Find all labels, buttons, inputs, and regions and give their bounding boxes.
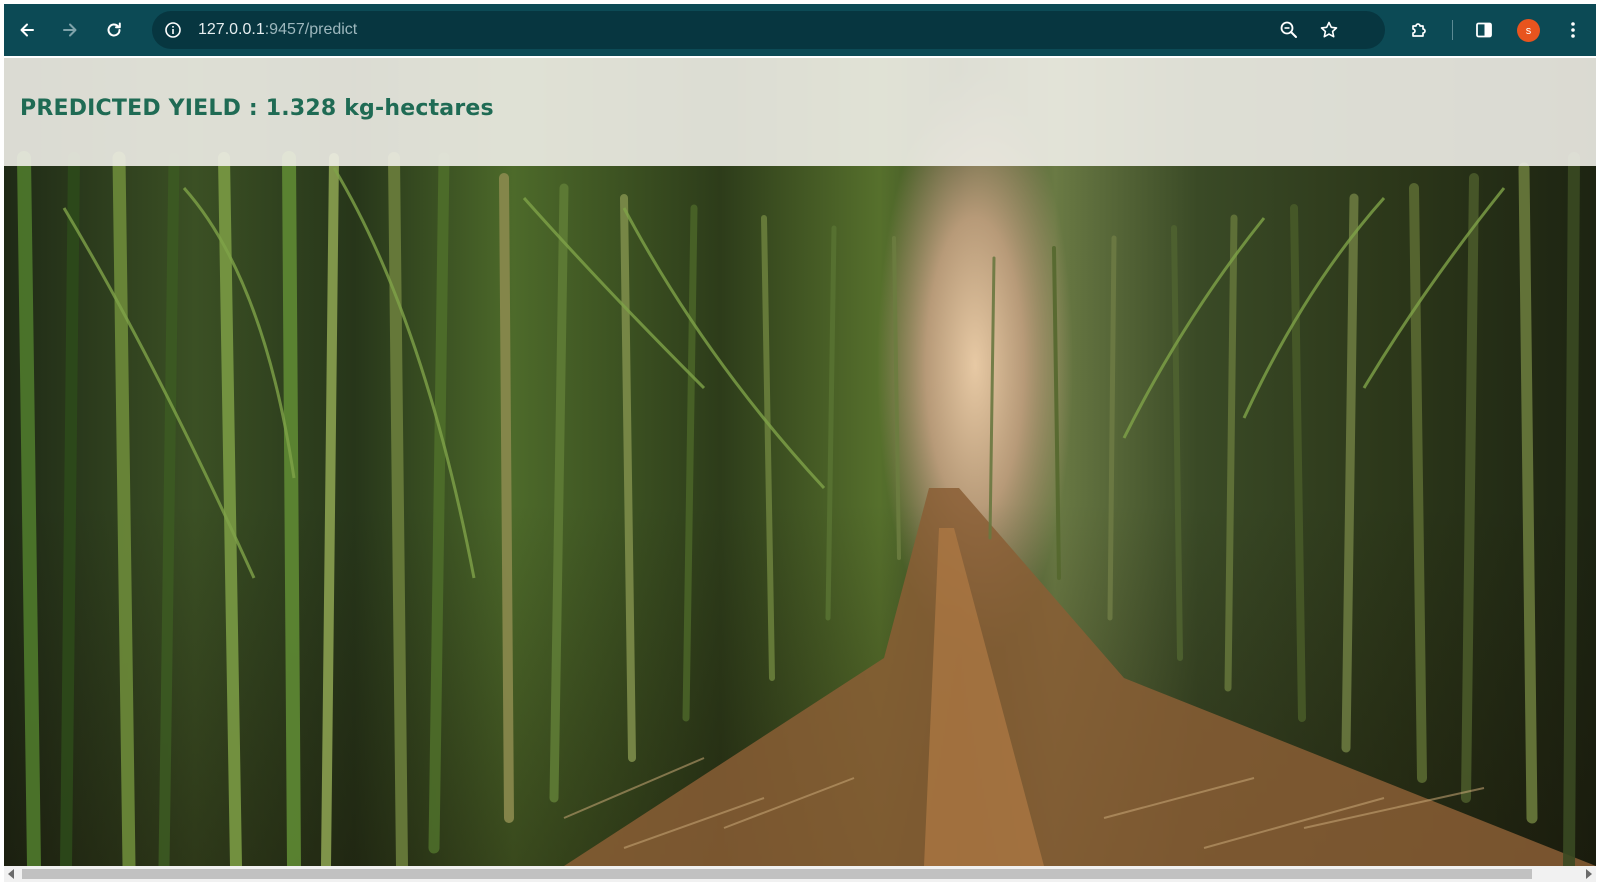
reload-icon xyxy=(107,22,121,37)
scrollbar-thumb[interactable] xyxy=(22,869,1532,879)
zoom-button[interactable] xyxy=(1272,13,1306,47)
extensions-button[interactable] xyxy=(1402,13,1436,47)
url-host: 127.0.0.1 xyxy=(198,21,265,38)
scroll-left-arrow-icon[interactable] xyxy=(8,869,14,879)
menu-button[interactable] xyxy=(1556,13,1590,47)
predicted-yield-text: PREDICTED YIELD : 1.328 kg-hectares xyxy=(20,96,494,121)
bookmark-button[interactable] xyxy=(1312,13,1346,47)
toolbar-separator xyxy=(1452,20,1453,40)
result-banner: PREDICTED YIELD : 1.328 kg-hectares xyxy=(4,58,1596,166)
forward-button[interactable] xyxy=(53,13,87,47)
site-info-icon[interactable] xyxy=(160,17,186,43)
reload-button[interactable] xyxy=(97,13,131,47)
back-button[interactable] xyxy=(10,13,44,47)
bookmark-star-icon xyxy=(1320,21,1338,38)
url-path: :9457/predict xyxy=(264,21,358,38)
url-text[interactable]: 127.0.0.1:9457/predict xyxy=(198,11,357,49)
horizontal-scrollbar[interactable] xyxy=(4,866,1596,882)
field-illustration xyxy=(17,151,1596,866)
profile-avatar[interactable]: s xyxy=(1517,19,1540,42)
zoom-out-icon xyxy=(1280,21,1297,38)
side-panel-button[interactable] xyxy=(1467,13,1501,47)
back-arrow-icon xyxy=(20,23,34,37)
extensions-puzzle-icon xyxy=(1412,23,1426,37)
forward-arrow-icon xyxy=(63,23,77,37)
browser-toolbar: 127.0.0.1:9457/predict s xyxy=(4,4,1596,56)
side-panel-icon xyxy=(1476,22,1492,38)
kebab-menu-icon xyxy=(1571,22,1575,38)
address-bar[interactable]: 127.0.0.1:9457/predict xyxy=(152,11,1385,49)
page-viewport: PREDICTED YIELD : 1.328 kg-hectares xyxy=(4,58,1596,866)
scroll-right-arrow-icon[interactable] xyxy=(1586,869,1592,879)
browser-window: 127.0.0.1:9457/predict s PREDICTED YIELD… xyxy=(0,0,1600,886)
